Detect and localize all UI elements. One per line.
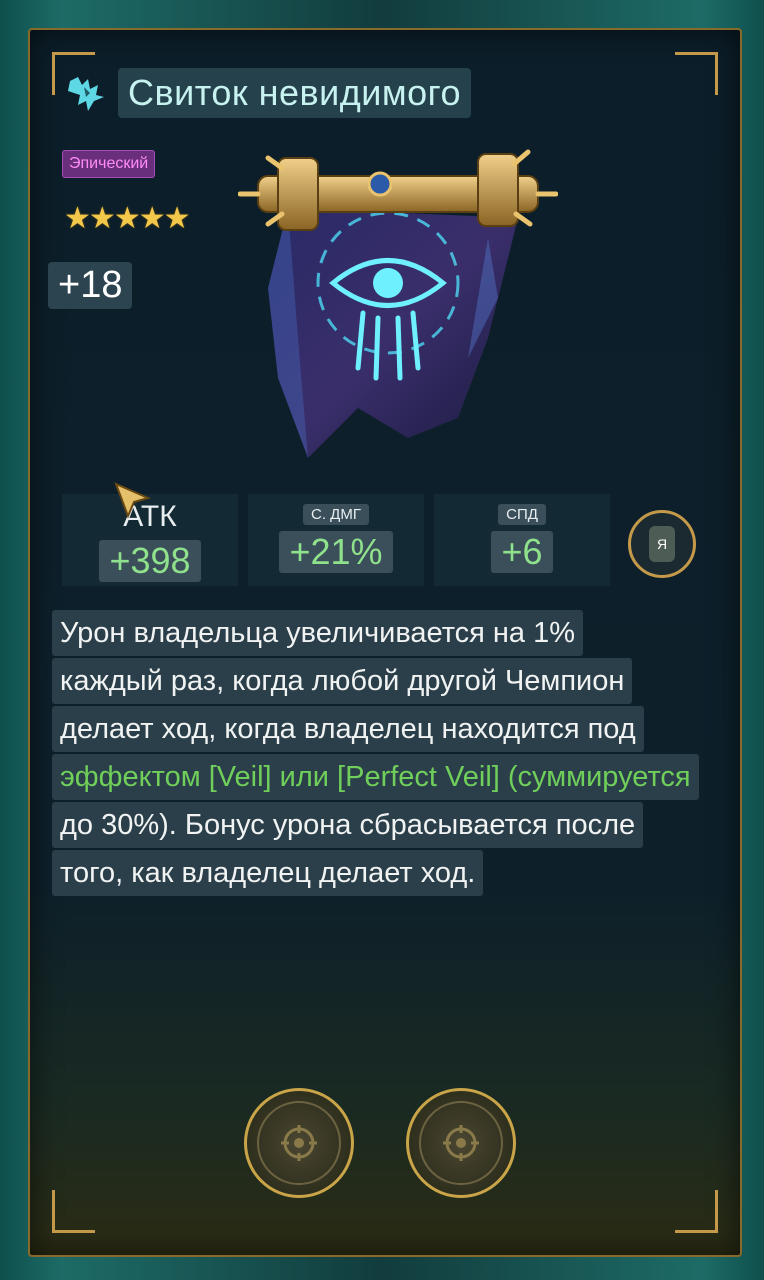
item-title: Свиток невидимого xyxy=(118,68,471,118)
stat-label: СПД xyxy=(498,504,546,525)
action-button-right[interactable] xyxy=(406,1088,516,1198)
target-icon xyxy=(419,1101,503,1185)
lock-icon: Я xyxy=(649,526,675,562)
target-icon-glyph xyxy=(443,1125,479,1161)
stat-value: +21% xyxy=(279,531,393,573)
star-rating: ★ ★ ★ ★ ★ xyxy=(64,202,191,235)
stat-crit-damage: С. ДМГ +21% xyxy=(248,494,424,586)
description-line: того, как владелец делает ход. xyxy=(52,850,484,896)
star-icon: ★ xyxy=(163,202,191,235)
lock-button[interactable]: Я xyxy=(628,510,696,578)
faction-claw-icon xyxy=(68,77,104,111)
upgrade-level: +18 xyxy=(48,262,133,309)
stat-speed: СПД +6 xyxy=(434,494,610,586)
pointer-arrow-icon xyxy=(114,482,151,519)
stat-value: +6 xyxy=(491,531,553,573)
target-icon-glyph xyxy=(281,1125,317,1161)
description-highlight: эффектом [Veil] или [Perfect Veil] (сумм… xyxy=(60,761,691,793)
action-button-left[interactable] xyxy=(244,1088,354,1198)
description-line: Урон владельца увеличивается на 1% xyxy=(52,610,584,656)
description-line: эффектом [Veil] или [Perfect Veil] (сумм… xyxy=(52,754,699,800)
action-buttons xyxy=(244,1088,516,1198)
star-icon: ★ xyxy=(138,202,166,235)
description-line: делает ход, когда владелец находится под xyxy=(52,706,644,752)
frame-corner xyxy=(675,52,718,95)
item-description: Урон владельца увеличивается на 1% кажды… xyxy=(52,610,712,898)
star-icon: ★ xyxy=(88,202,116,235)
description-line: каждый раз, когда любой другой Чемпион xyxy=(52,658,633,704)
target-icon xyxy=(257,1101,341,1185)
frame-corner xyxy=(675,1190,718,1233)
stat-panel: АТК +398 С. ДМГ +21% СПД +6 xyxy=(62,482,610,586)
frame-corner xyxy=(52,1190,95,1233)
stat-attack: АТК +398 xyxy=(62,482,238,586)
description-line: до 30%). Бонус урона сбрасывается после xyxy=(52,802,644,848)
stat-label: С. ДМГ xyxy=(303,504,369,525)
banner-scroll-icon xyxy=(238,149,558,458)
star-icon: ★ xyxy=(113,202,141,235)
stat-value: +398 xyxy=(99,540,201,582)
rarity-badge: Эпический xyxy=(62,150,156,178)
star-icon: ★ xyxy=(64,202,91,235)
title-row: Свиток невидимого xyxy=(64,68,471,118)
